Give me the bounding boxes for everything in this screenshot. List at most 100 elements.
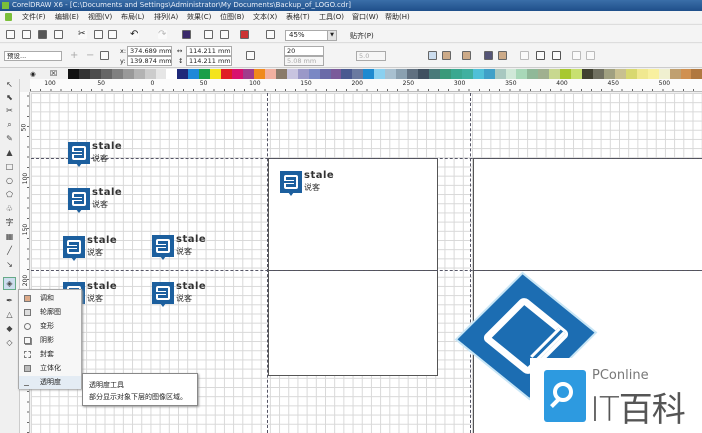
preset-select[interactable]: 预设...	[4, 51, 62, 61]
color-swatch[interactable]	[385, 69, 397, 79]
size-acceleration-icon[interactable]	[498, 51, 507, 60]
redo-icon[interactable]: ↷	[158, 30, 167, 40]
color-swatch[interactable]	[593, 69, 604, 79]
clear-blend-icon[interactable]	[586, 51, 595, 60]
color-swatch[interactable]	[177, 69, 189, 79]
remove-preset-icon[interactable]: −	[86, 50, 94, 61]
flyout-transparency[interactable]: 透明度	[19, 376, 81, 389]
freehand-tool-icon[interactable]: ✎	[4, 133, 15, 144]
color-swatch[interactable]	[418, 69, 429, 79]
color-swatch[interactable]	[571, 69, 583, 79]
eyedropper-tool-icon[interactable]: ✒	[4, 295, 15, 306]
blend-steps-field[interactable]: 20	[284, 46, 324, 56]
color-swatch[interactable]	[560, 69, 572, 79]
shape-tool-icon[interactable]: ⬉	[4, 92, 15, 103]
blend-tool-icon[interactable]: ◈	[3, 277, 16, 290]
color-swatch[interactable]	[68, 69, 79, 79]
color-swatch[interactable]	[494, 69, 506, 79]
color-swatch[interactable]	[691, 69, 702, 79]
color-swatch[interactable]	[363, 69, 375, 79]
color-swatch[interactable]	[133, 69, 145, 79]
logo[interactable]: stale 说客	[152, 281, 214, 312]
menu-window[interactable]: 窗口(W)	[352, 12, 385, 22]
snap-to-button[interactable]: 贴齐(P)	[350, 31, 374, 41]
application-launcher-icon[interactable]	[240, 30, 249, 39]
import-icon[interactable]	[182, 30, 191, 39]
color-swatch[interactable]	[319, 69, 331, 79]
color-swatch[interactable]	[89, 69, 101, 79]
color-swatch[interactable]	[297, 69, 309, 79]
zoom-tool-icon[interactable]: ⌕	[4, 119, 15, 130]
menu-text[interactable]: 文本(X)	[253, 12, 286, 22]
menu-effects[interactable]: 效果(C)	[187, 12, 220, 22]
color-swatch[interactable]	[538, 69, 550, 79]
color-swatch[interactable]	[396, 69, 408, 79]
flyout-extrude[interactable]: 立体化	[19, 362, 81, 375]
menu-bitmaps[interactable]: 位图(B)	[220, 12, 253, 22]
width-field[interactable]: 114.211 mm	[186, 46, 232, 56]
blend-spacing-field[interactable]: 5.08 mm	[284, 56, 324, 66]
x-position-field[interactable]: 374.689 mm	[127, 46, 172, 56]
height-field[interactable]: 114.211 mm	[186, 56, 232, 66]
color-swatch[interactable]	[549, 69, 561, 79]
menu-file[interactable]: 文件(F)	[22, 12, 55, 22]
start-end-icon[interactable]	[520, 51, 529, 60]
color-swatch[interactable]	[407, 69, 418, 79]
acceleration-field[interactable]: 5.0	[356, 51, 386, 61]
object-origin-icon[interactable]	[100, 51, 109, 60]
color-swatch[interactable]	[100, 69, 112, 79]
pick-tool-icon[interactable]: ↖	[4, 79, 15, 90]
blend-presets-icon[interactable]	[246, 51, 255, 60]
copy-icon[interactable]	[94, 30, 103, 39]
color-swatch[interactable]	[144, 69, 156, 79]
rectangle-tool-icon[interactable]: □	[4, 161, 15, 172]
table-tool-icon[interactable]: ▦	[4, 231, 15, 242]
color-swatch[interactable]	[680, 69, 692, 79]
color-swatch[interactable]	[78, 69, 90, 79]
connector-tool-icon[interactable]: ↘	[4, 259, 15, 270]
new-icon[interactable]	[6, 30, 15, 39]
color-swatch[interactable]	[155, 69, 167, 79]
color-swatch[interactable]	[275, 69, 287, 79]
ellipse-tool-icon[interactable]: ○	[4, 175, 15, 186]
color-swatch[interactable]	[308, 69, 320, 79]
color-swatch[interactable]	[505, 69, 517, 79]
menu-help[interactable]: 帮助(H)	[385, 12, 418, 22]
save-icon[interactable]	[38, 30, 47, 39]
zoom-level-select[interactable]: 45% ▼	[285, 30, 337, 41]
menu-arrange[interactable]: 排列(A)	[154, 12, 187, 22]
path-properties-icon[interactable]	[536, 51, 545, 60]
color-swatch[interactable]	[111, 69, 123, 79]
color-swatch[interactable]	[210, 69, 222, 79]
publish-icon[interactable]	[220, 30, 229, 39]
flyout-contour[interactable]: 轮廓图	[19, 306, 81, 319]
color-swatch[interactable]	[122, 69, 134, 79]
add-preset-icon[interactable]: +	[70, 50, 78, 61]
outline-tool-icon[interactable]: △	[4, 309, 15, 320]
interactive-fill-icon[interactable]: ◇	[4, 337, 15, 348]
color-swatch[interactable]	[439, 69, 451, 79]
color-swatch[interactable]	[647, 69, 659, 79]
color-swatch[interactable]	[603, 69, 615, 79]
color-swatch[interactable]	[199, 69, 211, 79]
color-swatch[interactable]	[188, 69, 200, 79]
no-color-swatch[interactable]: ☒	[50, 69, 57, 78]
color-swatch[interactable]	[330, 69, 342, 79]
color-swatch[interactable]	[582, 69, 593, 79]
palette-scroll-icon[interactable]: ◉	[30, 70, 36, 78]
export-icon[interactable]	[204, 30, 213, 39]
color-swatch[interactable]	[461, 69, 473, 79]
color-blend-icon[interactable]	[442, 51, 451, 60]
logo[interactable]: stale 说客	[152, 234, 214, 265]
color-swatch[interactable]	[483, 69, 495, 79]
cut-icon[interactable]: ✂	[78, 30, 87, 39]
more-blend-options-icon[interactable]	[552, 51, 561, 60]
color-swatch[interactable]	[374, 69, 386, 79]
horizontal-ruler[interactable]: 100 50 0 50 100 150 200 250 300 350 400 450 500	[30, 79, 702, 92]
y-position-field[interactable]: 139.874 mm	[127, 56, 172, 66]
open-icon[interactable]	[22, 30, 31, 39]
print-icon[interactable]	[54, 30, 63, 39]
text-tool-icon[interactable]: 字	[4, 217, 15, 228]
copy-blend-icon[interactable]	[572, 51, 581, 60]
flyout-blend[interactable]: 调和	[19, 292, 81, 305]
